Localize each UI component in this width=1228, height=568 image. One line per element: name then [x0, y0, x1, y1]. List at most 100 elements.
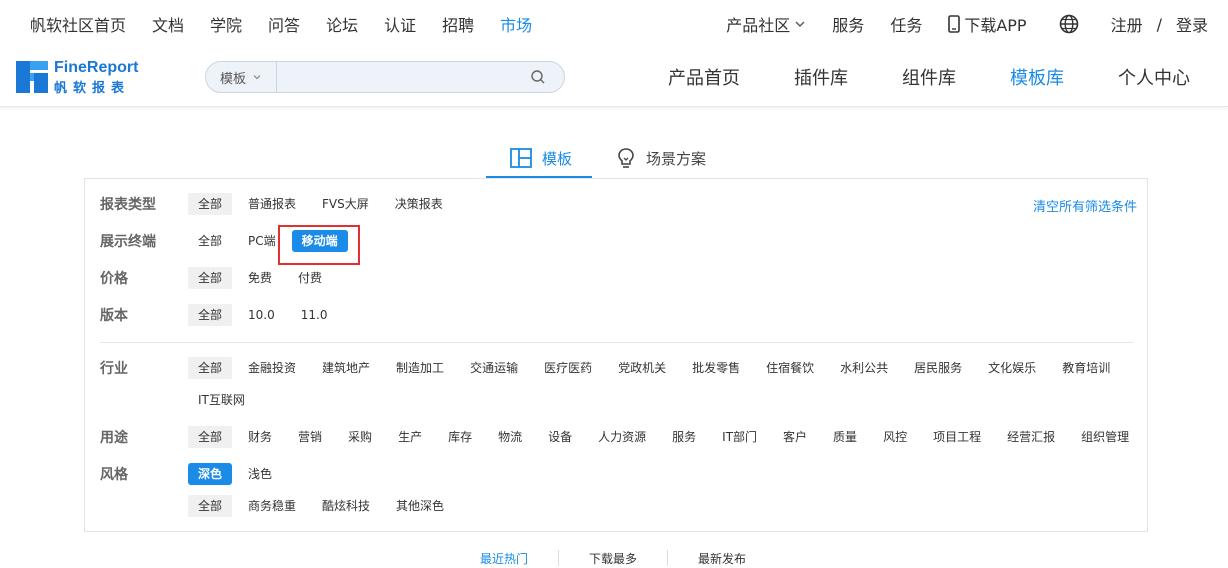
filter-option[interactable]: IT部门 — [712, 426, 767, 448]
filter-option[interactable]: 财务 — [238, 426, 282, 448]
filter-row-report-type: 报表类型 全部 普通报表 FVS大屏 决策报表 — [100, 192, 459, 216]
filter-option-all[interactable]: 全部 — [188, 230, 232, 252]
filter-option[interactable]: 文化娱乐 — [978, 357, 1046, 379]
tab-scenario[interactable]: 场景方案 — [616, 140, 706, 176]
sort-most-downloads[interactable]: 下载最多 — [589, 550, 637, 567]
filter-option[interactable]: 付费 — [288, 267, 332, 289]
login-link[interactable]: 登录 — [1176, 12, 1208, 36]
logo-subtitle: 帆软报表 — [54, 81, 131, 96]
topnav-market[interactable]: 市场 — [500, 12, 532, 36]
filter-option-all[interactable]: 全部 — [188, 426, 233, 448]
topnav-qa[interactable]: 问答 — [268, 12, 300, 36]
topnav-academy[interactable]: 学院 — [210, 12, 242, 36]
filter-option[interactable]: 医疗医药 — [534, 357, 602, 379]
topnav-jobs[interactable]: 招聘 — [442, 12, 474, 36]
filter-option[interactable]: 风控 — [873, 426, 917, 448]
filter-option[interactable]: 住宿餐饮 — [756, 357, 824, 379]
filter-option[interactable]: 党政机关 — [608, 357, 676, 379]
filter-option-all[interactable]: 全部 — [188, 357, 233, 379]
filter-row-price: 价格 全部 免费 付费 — [100, 266, 338, 290]
filter-option-dark-selected[interactable]: 深色 — [188, 463, 233, 485]
filter-divider — [100, 342, 1134, 343]
search-icon[interactable] — [530, 69, 546, 85]
filter-option[interactable]: 商务稳重 — [238, 495, 306, 517]
filter-option[interactable]: 客户 — [773, 426, 817, 448]
mainnav-personal-center[interactable]: 个人中心 — [1118, 64, 1190, 90]
filter-option[interactable]: 人力资源 — [588, 426, 656, 448]
language-globe-button[interactable] — [1059, 14, 1079, 34]
globe-icon — [1059, 14, 1078, 34]
filter-label: 行业 — [100, 361, 128, 377]
layout-grid-icon — [510, 148, 532, 168]
filter-label: 风格 — [100, 467, 128, 483]
filter-option[interactable]: 教育培训 — [1052, 357, 1120, 379]
filter-option[interactable]: 酷炫科技 — [312, 495, 380, 517]
filter-label: 用途 — [100, 430, 128, 446]
service-link[interactable]: 服务 — [832, 12, 864, 36]
filter-option[interactable]: 项目工程 — [923, 426, 991, 448]
filter-label: 版本 — [100, 308, 128, 324]
filter-option[interactable]: 设备 — [538, 426, 582, 448]
filter-option[interactable]: 11.0 — [291, 304, 338, 326]
filter-option[interactable]: 服务 — [662, 426, 706, 448]
mainnav-plugin-library[interactable]: 插件库 — [794, 64, 848, 90]
filter-option[interactable]: 制造加工 — [386, 357, 454, 379]
topnav-certification[interactable]: 认证 — [384, 12, 416, 36]
filter-option-all[interactable]: 全部 — [188, 193, 233, 215]
filter-option-all[interactable]: 全部 — [188, 495, 233, 517]
main-nav: 产品首页 插件库 组件库 模板库 个人中心 — [614, 48, 1190, 106]
filter-option[interactable]: 其他深色 — [386, 495, 454, 517]
filter-option[interactable]: 组织管理 — [1071, 426, 1139, 448]
topnav-community-home[interactable]: 帆软社区首页 — [30, 12, 126, 36]
topnav-docs[interactable]: 文档 — [152, 12, 184, 36]
filter-option[interactable]: 营销 — [288, 426, 332, 448]
mainnav-component-library[interactable]: 组件库 — [902, 64, 956, 90]
filter-option[interactable]: 经营汇报 — [997, 426, 1065, 448]
filter-option[interactable]: 库存 — [438, 426, 482, 448]
filter-option[interactable]: 生产 — [388, 426, 432, 448]
filter-option[interactable]: 质量 — [823, 426, 867, 448]
tab-template[interactable]: 模板 — [486, 140, 593, 178]
filter-row-style-sub: 全部 商务稳重 酷炫科技 其他深色 — [188, 494, 460, 518]
filter-option[interactable]: 交通运输 — [460, 357, 528, 379]
filter-option[interactable]: 金融投资 — [238, 357, 306, 379]
filter-row-usage: 用途 全部 财务 营销 采购 生产 库存 物流 设备 人力资源 服务 IT部门 … — [100, 425, 1145, 449]
register-link[interactable]: 注册 — [1111, 12, 1143, 36]
sort-divider — [558, 550, 560, 566]
finereport-logo[interactable]: FineReport 帆软报表 — [16, 59, 138, 96]
filter-option[interactable]: 免费 — [238, 267, 282, 289]
top-bar: 帆软社区首页 文档 学院 问答 论坛 认证 招聘 市场 产品社区 服务 任务 下… — [0, 0, 1228, 48]
download-app-link[interactable]: 下载APP — [948, 12, 1027, 36]
filter-option[interactable]: 批发零售 — [682, 357, 750, 379]
filter-option-all[interactable]: 全部 — [188, 267, 233, 289]
product-community-dropdown[interactable]: 产品社区 — [726, 12, 806, 36]
filter-option[interactable]: 居民服务 — [904, 357, 972, 379]
filter-option-all[interactable]: 全部 — [188, 304, 233, 326]
product-community-label: 产品社区 — [726, 16, 791, 35]
filter-option[interactable]: 普通报表 — [238, 193, 306, 215]
search-input[interactable] — [278, 64, 522, 92]
task-link[interactable]: 任务 — [890, 12, 922, 36]
filter-option[interactable]: FVS大屏 — [312, 193, 379, 215]
search-scope-select[interactable]: 模板 — [206, 62, 277, 92]
filter-option[interactable]: 建筑地产 — [312, 357, 380, 379]
sort-divider — [667, 550, 669, 566]
sort-latest[interactable]: 最新发布 — [698, 550, 746, 567]
filter-option[interactable]: 水利公共 — [830, 357, 898, 379]
sort-recent-hot[interactable]: 最近热门 — [480, 550, 528, 567]
filter-option[interactable]: 决策报表 — [385, 193, 453, 215]
filter-row-industry: 行业 全部 金融投资 建筑地产 制造加工 交通运输 医疗医药 党政机关 批发零售… — [100, 356, 1126, 380]
mainnav-template-library[interactable]: 模板库 — [1010, 64, 1064, 90]
phone-icon — [948, 15, 961, 33]
clear-all-filters-link[interactable]: 清空所有筛选条件 — [1033, 196, 1137, 215]
filter-option[interactable]: IT互联网 — [188, 389, 255, 411]
content-tabs: 模板 场景方案 — [486, 140, 706, 178]
topnav-forum[interactable]: 论坛 — [326, 12, 358, 36]
filter-option[interactable]: 采购 — [338, 426, 382, 448]
mainnav-product-home[interactable]: 产品首页 — [668, 64, 740, 90]
filter-option[interactable]: 10.0 — [238, 304, 285, 326]
filter-option[interactable]: 浅色 — [238, 463, 282, 485]
site-header: FineReport 帆软报表 模板 产品首页 插件库 组件库 模板库 个人中心 — [0, 48, 1228, 107]
filter-option[interactable]: 物流 — [488, 426, 532, 448]
chevron-down-icon — [253, 75, 261, 80]
